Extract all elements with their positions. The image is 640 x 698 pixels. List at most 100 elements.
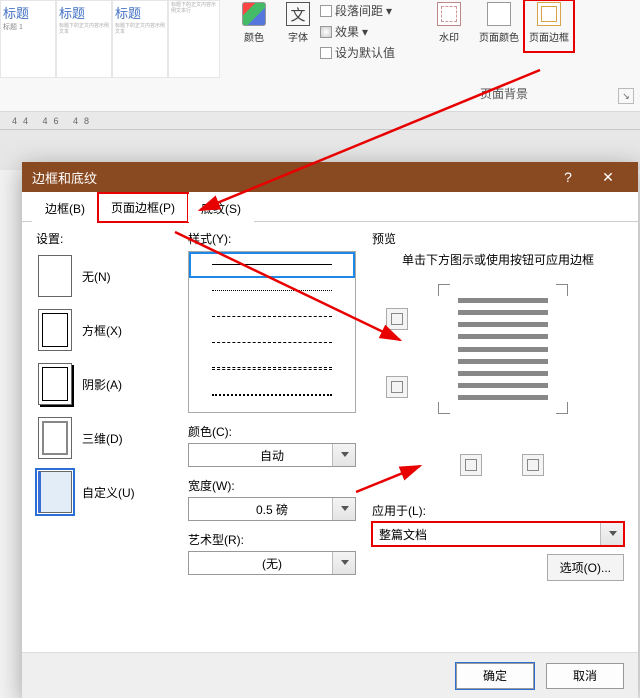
chevron-down-icon: ▾ (362, 25, 368, 39)
style-option[interactable] (189, 252, 355, 278)
setting-none-label: 无(N) (82, 268, 111, 285)
style-label: 样式(Y): (188, 230, 356, 247)
set-default-button[interactable]: 设为默认值 (320, 44, 395, 61)
fonts-label: 字体 (288, 29, 308, 44)
setting-thumb (38, 363, 72, 405)
setting-custom[interactable]: 自定义(U) (36, 469, 174, 515)
line-spacing-button[interactable]: 段落间距 ▾ (320, 2, 395, 19)
setting-thumb (38, 417, 72, 459)
close-button[interactable]: ✕ (588, 162, 628, 192)
page-border-label: 页面边框 (529, 29, 569, 44)
style-option[interactable] (189, 278, 355, 304)
dialog-body: 设置: 无(N) 方框(X) 阴影(A) 三维(D) 自定义(U) 样式(Y):… (22, 222, 638, 652)
color-field: 颜色(C): 自动 (188, 423, 356, 467)
page-background-label: 页面背景 (444, 85, 564, 102)
setting-thumb (38, 255, 72, 297)
options-button[interactable]: 选项(O)... (547, 554, 624, 581)
setting-custom-label: 自定义(U) (82, 484, 135, 501)
style-option[interactable] (189, 382, 355, 408)
style-gallery[interactable]: 标题 标题 1 标题 标题下的正文内容示例文本 标题 标题下的正文内容示例文本 … (0, 0, 225, 80)
colors-button[interactable]: 颜色 (234, 0, 274, 46)
help-icon: ? (564, 169, 572, 185)
chevron-down-icon (341, 560, 349, 565)
page-border-icon (537, 2, 561, 26)
corner-icon (556, 284, 568, 296)
page-background-group: 水印 页面颜色 页面边框 (424, 0, 574, 52)
spacing-icon (320, 5, 332, 17)
paragraph-options: 段落间距 ▾ 效果 ▾ 设为默认值 (320, 2, 395, 61)
preview-column: 预览 单击下方图示或使用按钮可应用边框 应用于(L): (372, 230, 624, 581)
style-option[interactable] (189, 356, 355, 382)
ok-button[interactable]: 确定 (456, 663, 534, 689)
width-value: 0.5 磅 (256, 501, 288, 518)
fonts-button[interactable]: 文 字体 (278, 0, 318, 46)
page-color-icon (487, 2, 511, 26)
art-field: 艺术型(R): (无) (188, 531, 356, 575)
page-color-button[interactable]: 页面颜色 (474, 0, 524, 52)
style-card[interactable]: 标题 标题 1 (0, 0, 56, 78)
top-edge-button[interactable] (386, 308, 408, 330)
cancel-button[interactable]: 取消 (546, 663, 624, 689)
style-option[interactable] (189, 330, 355, 356)
edge-icon (391, 313, 403, 325)
help-button[interactable]: ? (548, 162, 588, 192)
style-listbox[interactable] (188, 251, 356, 413)
corner-icon (556, 402, 568, 414)
style-column: 样式(Y): 颜色(C): 自动 宽度(W): 0.5 磅 艺术型(R): (无… (188, 230, 356, 575)
effects-button[interactable]: 效果 ▾ (320, 23, 395, 40)
edge-icon (391, 381, 403, 393)
color-select[interactable]: 自动 (188, 443, 356, 467)
edge-icon (527, 459, 539, 471)
style-heading: 标题 (115, 3, 165, 22)
page-border-button[interactable]: 页面边框 (524, 0, 574, 52)
setting-none[interactable]: 无(N) (36, 253, 174, 299)
color-value: 自动 (260, 447, 284, 464)
style-card[interactable]: 标题 标题下的正文内容示例文本 (112, 0, 168, 78)
setting-box-label: 方框(X) (82, 322, 122, 339)
ribbon-font-group: 文 字体 (278, 0, 318, 46)
art-select[interactable]: (无) (188, 551, 356, 575)
style-sub: 标题下的正文内容示例文本 (59, 24, 109, 35)
style-sub: 标题下的正文内容示例文本行 (171, 3, 217, 14)
effects-label: 效果 (335, 23, 359, 40)
apply-select[interactable]: 整篇文档 (372, 522, 624, 546)
borders-shading-dialog: 边框和底纹 ? ✕ 边框(B) 页面边框(P) 底纹(S) 设置: 无(N) 方… (22, 162, 638, 698)
art-label: 艺术型(R): (188, 531, 356, 548)
tab-border[interactable]: 边框(B) (32, 194, 98, 222)
page-lines (458, 298, 548, 400)
setting-list: 无(N) 方框(X) 阴影(A) 三维(D) 自定义(U) (36, 253, 174, 515)
dialog-title: 边框和底纹 (32, 168, 97, 187)
page-preview[interactable] (438, 284, 568, 414)
width-select[interactable]: 0.5 磅 (188, 497, 356, 521)
bottom-edge-button[interactable] (386, 376, 408, 398)
setting-shadow-label: 阴影(A) (82, 376, 122, 393)
ruler: 44 46 48 (0, 112, 640, 130)
tab-page-border[interactable]: 页面边框(P) (98, 193, 188, 222)
chevron-down-icon (341, 452, 349, 457)
style-card[interactable]: 标题下的正文内容示例文本行 (168, 0, 220, 78)
tab-shading[interactable]: 底纹(S) (188, 194, 254, 222)
page-color-label: 页面颜色 (479, 29, 519, 44)
setting-box[interactable]: 方框(X) (36, 307, 174, 353)
line-spacing-label: 段落间距 (335, 2, 383, 19)
setting-shadow[interactable]: 阴影(A) (36, 361, 174, 407)
style-option[interactable] (189, 304, 355, 330)
apply-value: 整篇文档 (379, 526, 427, 543)
preview-label: 预览 (372, 230, 624, 247)
setting-3d[interactable]: 三维(D) (36, 415, 174, 461)
watermark-button[interactable]: 水印 (424, 0, 474, 52)
chevron-down-icon (609, 531, 617, 536)
setting-thumb (38, 471, 72, 513)
chevron-down-icon (341, 506, 349, 511)
width-field: 宽度(W): 0.5 磅 (188, 477, 356, 521)
color-swatch-icon (242, 2, 266, 26)
setting-3d-label: 三维(D) (82, 430, 123, 447)
right-edge-button[interactable] (522, 454, 544, 476)
dialog-launcher-icon[interactable]: ↘ (618, 88, 634, 104)
apply-label: 应用于(L): (372, 502, 624, 519)
left-edge-button[interactable] (460, 454, 482, 476)
art-value: (无) (262, 555, 282, 572)
corner-icon (438, 284, 450, 296)
ribbon-color-group: 颜色 (234, 0, 274, 46)
style-card[interactable]: 标题 标题下的正文内容示例文本 (56, 0, 112, 78)
